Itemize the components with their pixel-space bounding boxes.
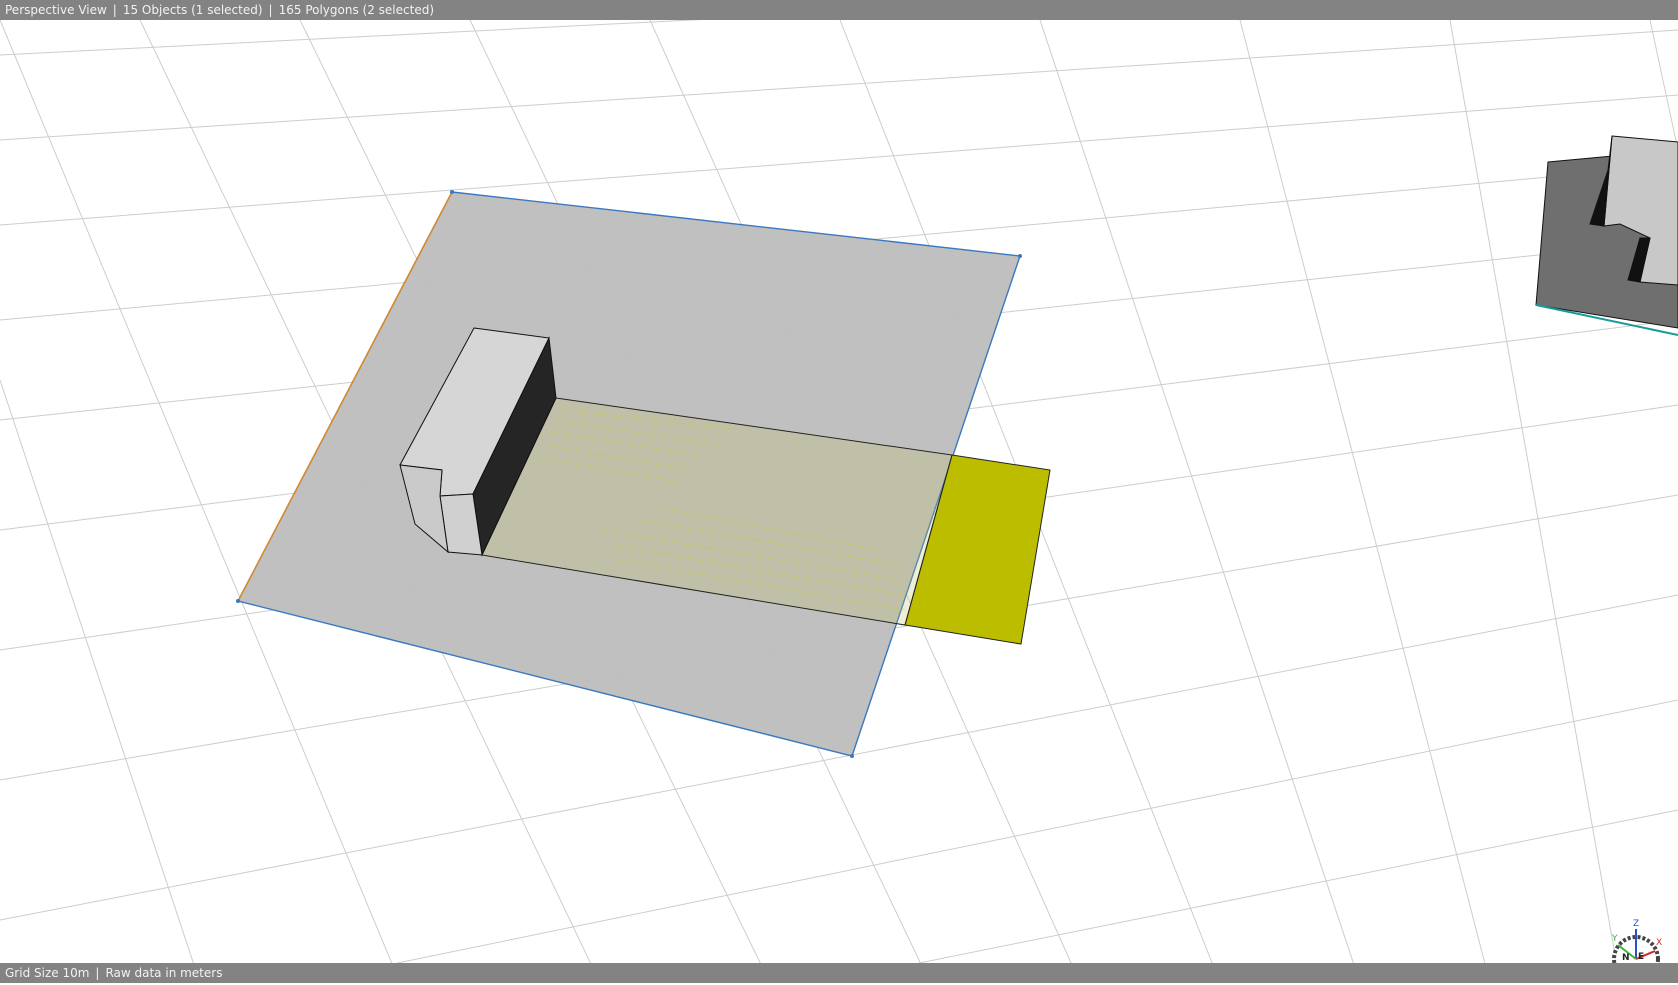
axis-z-label: Z (1633, 919, 1639, 929)
compass-letter-e: E (1638, 952, 1644, 962)
viewport-info-bar: Perspective View | 15 Objects (1 selected)… (0, 0, 1678, 20)
axis-x-label: X (1656, 938, 1662, 948)
axis-y-label: Y (1611, 934, 1618, 944)
grid-size: Grid Size 10m (5, 966, 90, 980)
polygon-count: 165 Polygons (2 selected) (278, 3, 434, 17)
separator: | (268, 3, 273, 17)
object-count: 15 Objects (1 selected) (122, 3, 263, 17)
distant-building[interactable] (1535, 135, 1678, 336)
view-name: Perspective View (5, 3, 107, 17)
compass-letter-n: N (1622, 953, 1630, 963)
separator: | (112, 3, 117, 17)
unit-info: Raw data in meters (105, 966, 223, 980)
perspective-viewport[interactable] (0, 0, 1678, 983)
grid-info-bar: Grid Size 10m | Raw data in meters (0, 963, 1678, 983)
separator: | (95, 966, 100, 980)
